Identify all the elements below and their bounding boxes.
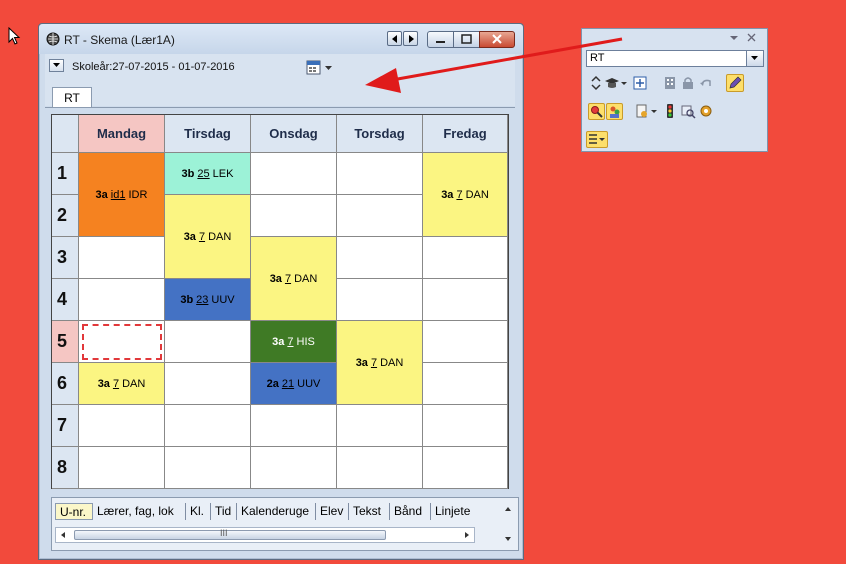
annotation-arrow [365,37,623,93]
